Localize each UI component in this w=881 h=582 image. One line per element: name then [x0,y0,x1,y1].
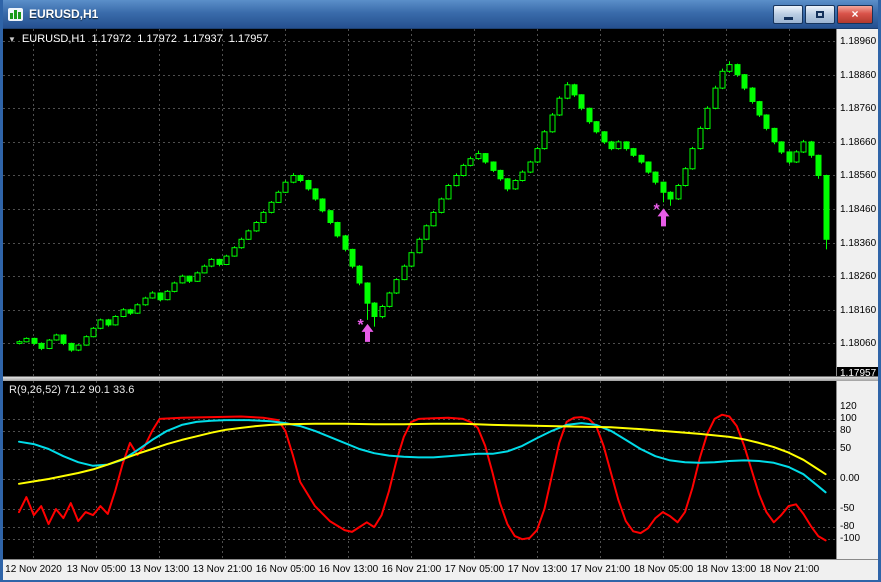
star-marker: * [654,201,661,218]
minimize-button[interactable] [773,4,803,24]
price-axis-label: 1.18160 [840,304,877,316]
indicator-axis-label: -50 [840,503,855,514]
price-axis[interactable]: 1.17957 1.18960 1.18860 1.18760 1.18660 1.18… [836,29,878,559]
close-button[interactable]: × [837,4,873,24]
indicator-label: R(9,26,52) 71.2 90.1 33.6 [9,384,135,396]
time-axis-label: 16 Nov 13:00 [318,564,379,575]
app-icon [8,7,23,21]
chart-client-area: * * ▼ EURUSD,H1 1.17972 1.17972 1.17937 1.1795… [3,28,878,580]
indicator-axis-label: 0.00 [840,473,860,484]
minimize-icon [783,16,793,20]
time-axis-label: 18 Nov 05:00 [633,564,694,575]
indicator-series-period-26 [18,419,827,494]
price-axis-label: 1.18460 [840,203,877,215]
indicator-axis-label: 100 [840,413,857,424]
time-axis[interactable]: 12 Nov 2020 13 Nov 05:00 13 Nov 13:00 13 No… [3,559,878,580]
star-marker: * [358,317,365,334]
window-title: EURUSD,H1 [29,7,99,21]
time-axis-label: 17 Nov 21:00 [570,564,631,575]
price-axis-label: 1.18060 [840,337,877,349]
symbol-ohlc-line: ▼ EURUSD,H1 1.17972 1.17972 1.17937 1.17957 [8,33,275,45]
time-axis-label: 17 Nov 13:00 [507,564,568,575]
indicator-axis-label: 80 [840,425,852,436]
main-chart-pane[interactable]: ** [3,29,836,376]
ohlc-close: 1.17957 [228,33,269,45]
ohlc-high: 1.17972 [137,33,178,45]
price-axis-label: 1.18760 [840,102,877,114]
indicator-axis-label: 120 [840,401,857,412]
symbol-marker-icon[interactable]: ▼ [8,35,16,44]
time-axis-label: 13 Nov 21:00 [192,564,253,575]
time-axis-label: 17 Nov 05:00 [444,564,505,575]
candles-layer [16,61,830,352]
indicator-axis-label: -80 [840,521,855,532]
time-axis-label: 12 Nov 2020 [5,564,62,575]
ohlc-symbol: EURUSD,H1 [21,33,86,45]
titlebar[interactable]: EURUSD,H1 × [3,0,878,28]
indicator-series-period-52 [18,422,827,485]
price-axis-label: 1.18360 [840,237,877,249]
price-axis-label: 1.18960 [840,35,877,47]
time-axis-label: 18 Nov 21:00 [759,564,820,575]
price-axis-label: 1.18660 [840,136,877,148]
indicator-axis-label: -100 [840,533,861,544]
close-icon: × [851,7,859,21]
restore-button[interactable] [805,4,835,24]
time-axis-label: 16 Nov 05:00 [255,564,316,575]
time-axis-label: 18 Nov 13:00 [696,564,757,575]
pane-divider[interactable] [3,376,878,381]
ohlc-open: 1.17972 [91,33,132,45]
price-axis-label: 1.18560 [840,169,877,181]
price-axis-label: 1.18860 [840,69,877,81]
restore-icon [816,10,824,18]
price-axis-label: 1.18260 [840,270,877,282]
time-axis-label: 16 Nov 21:00 [381,564,442,575]
ohlc-low: 1.17937 [183,33,223,45]
time-axis-label: 13 Nov 05:00 [66,564,127,575]
chart-window: EURUSD,H1 × * * ▼ EURUSD,H1 1.17972 1.17972 1… [0,0,881,582]
indicator-axis-label: 50 [840,443,852,454]
indicator-pane[interactable] [3,381,836,559]
window-controls: × [773,4,873,24]
time-axis-label: 13 Nov 13:00 [129,564,190,575]
